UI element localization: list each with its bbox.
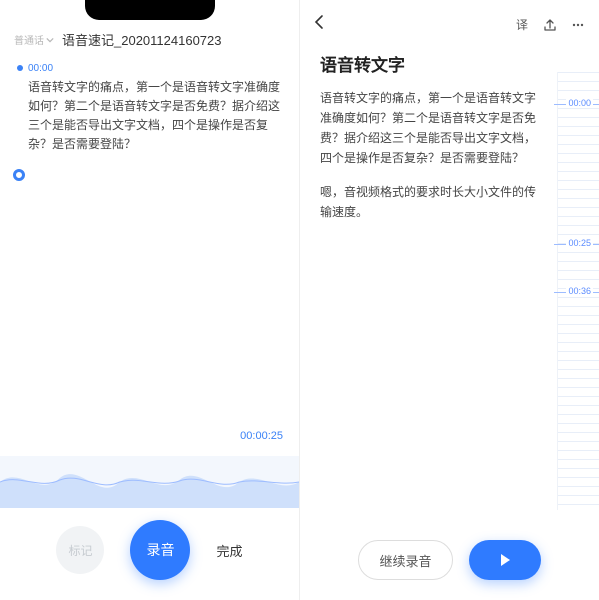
note-title: 语音速记_20201124160723	[62, 30, 222, 49]
play-icon	[497, 552, 513, 568]
left-toolbar: 标记 录音 完成	[0, 520, 299, 580]
elapsed-time: 00:00:25	[240, 430, 283, 442]
paragraph: 嗯，音视频格式的要求时长大小文件的传输速度。	[320, 182, 545, 222]
transcript-screen: 译 语音转文字 语音转文字的痛点，第一个是语音转文字准确度如何？第二个是语音转文…	[300, 0, 599, 600]
recording-screen: 普通话 语音速记_20201124160723 00:00 语音转文字的痛点，第…	[0, 0, 300, 600]
ruler-mark: 00:00	[566, 98, 593, 108]
ruler-mark: 00:36	[566, 286, 593, 296]
status-bar	[0, 0, 299, 22]
segment-text: 语音转文字的痛点，第一个是语音转文字准确度如何？第二个是语音转文字是否免费？据介…	[28, 78, 281, 154]
right-header: 译	[300, 0, 599, 43]
mark-label: 标记	[68, 542, 92, 559]
done-label: 完成	[216, 544, 242, 559]
language-label: 普通话	[14, 32, 44, 47]
mark-button[interactable]: 标记	[56, 526, 104, 574]
language-selector[interactable]: 普通话	[14, 32, 54, 47]
continue-label: 继续录音	[379, 551, 431, 570]
paragraph: 语音转文字的痛点，第一个是语音转文字准确度如何？第二个是语音转文字是否免费？据介…	[320, 88, 545, 168]
device-notch	[85, 0, 215, 20]
translate-button[interactable]: 译	[513, 16, 531, 34]
share-icon	[543, 18, 557, 32]
continue-record-button[interactable]: 继续录音	[358, 540, 452, 580]
time-ruler[interactable]: 00:00 00:25 00:36	[557, 72, 599, 510]
transcript-body: 语音转文字的痛点，第一个是语音转文字准确度如何？第二个是语音转文字是否免费？据介…	[300, 88, 599, 222]
left-header: 普通话 语音速记_20201124160723	[0, 22, 299, 59]
waveform-icon	[0, 456, 299, 508]
record-button[interactable]: 录音	[130, 520, 190, 580]
more-icon	[571, 18, 585, 32]
page-title: 语音转文字	[300, 43, 599, 88]
back-button[interactable]	[312, 14, 328, 35]
right-toolbar: 继续录音	[300, 540, 599, 580]
done-button[interactable]: 完成	[216, 541, 242, 560]
record-label: 录音	[146, 540, 174, 560]
timeline-dot-icon	[17, 65, 23, 71]
play-button[interactable]	[469, 540, 541, 580]
chevron-down-icon	[46, 36, 54, 44]
timeline-current-icon	[13, 169, 25, 181]
share-button[interactable]	[541, 16, 559, 34]
segment-timestamp: 00:00	[28, 63, 281, 74]
translate-label: 译	[516, 16, 528, 33]
more-button[interactable]	[569, 16, 587, 34]
ruler-mark: 00:25	[566, 238, 593, 248]
waveform[interactable]	[0, 456, 299, 508]
chevron-left-icon	[312, 14, 328, 30]
transcript-timeline: 00:00 语音转文字的痛点，第一个是语音转文字准确度如何？第二个是语音转文字是…	[0, 59, 299, 154]
